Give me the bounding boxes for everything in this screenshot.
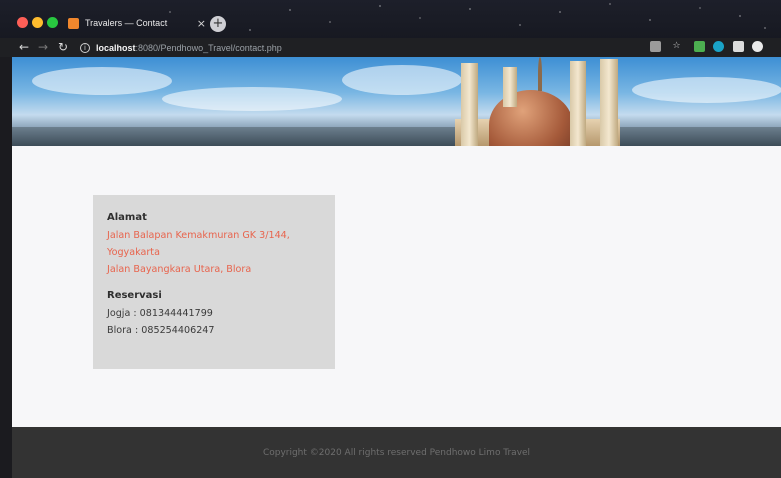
minimize-window-button[interactable] bbox=[32, 17, 43, 28]
extensions-puzzle-icon[interactable] bbox=[733, 41, 744, 52]
back-icon[interactable]: ← bbox=[19, 40, 29, 54]
hero-banner-image bbox=[12, 57, 781, 146]
bookmark-star-icon[interactable]: ☆ bbox=[671, 41, 682, 52]
webpage: Alamat Jalan Balapan Kemakmuran GK 3/144… bbox=[12, 57, 781, 478]
phone-line-blora: Blora : 085254406247 bbox=[107, 325, 215, 336]
info-icon[interactable]: i bbox=[80, 42, 90, 53]
extension-circle-icon[interactable] bbox=[713, 41, 724, 52]
minaret bbox=[600, 59, 618, 146]
url-host: localhost bbox=[96, 42, 136, 53]
close-window-button[interactable] bbox=[17, 17, 28, 28]
dome-spire bbox=[538, 57, 542, 91]
tab-title: Travalers — Contact bbox=[85, 18, 168, 28]
url-path: :8080/Pendhowo_Travel/contact.php bbox=[135, 42, 282, 53]
alamat-heading: Alamat bbox=[107, 212, 147, 223]
tab-close-icon[interactable]: × bbox=[197, 17, 206, 30]
site-footer: Copyright ©2020 All rights reserved Pend… bbox=[12, 427, 781, 478]
address-line: Yogyakarta bbox=[107, 247, 160, 258]
new-tab-button[interactable]: + bbox=[210, 16, 226, 32]
address-line: Jalan Bayangkara Utara, Blora bbox=[107, 264, 252, 275]
browser-toolbar: ← → ↻ i localhost :8080/Pendhowo_Travel/… bbox=[0, 38, 781, 57]
reload-icon[interactable]: ↻ bbox=[58, 40, 68, 54]
copyright-text: Copyright ©2020 All rights reserved Pend… bbox=[262, 447, 531, 458]
minaret bbox=[461, 63, 478, 146]
contact-card: Alamat Jalan Balapan Kemakmuran GK 3/144… bbox=[93, 195, 335, 369]
extension-download-icon[interactable] bbox=[694, 41, 705, 52]
favicon-icon bbox=[68, 17, 79, 29]
browser-chrome: Travalers — Contact × + ← → ↻ i localhos… bbox=[0, 0, 781, 57]
reservasi-heading: Reservasi bbox=[107, 290, 162, 301]
minaret bbox=[503, 67, 517, 107]
address-line: Jalan Balapan Kemakmuran GK 3/144, bbox=[107, 230, 290, 241]
browser-tab[interactable]: Travalers — Contact × bbox=[60, 11, 206, 35]
translate-icon[interactable] bbox=[650, 41, 661, 52]
maximize-window-button[interactable] bbox=[47, 17, 58, 28]
forward-icon[interactable]: → bbox=[38, 40, 48, 54]
mosque-dome bbox=[489, 90, 573, 146]
city-skyline bbox=[12, 127, 781, 146]
phone-line-jogja: Jogja : 081344441799 bbox=[107, 308, 213, 319]
minaret bbox=[570, 61, 586, 146]
profile-avatar-icon[interactable] bbox=[752, 41, 763, 52]
address-bar[interactable]: i localhost :8080/Pendhowo_Travel/contac… bbox=[80, 40, 640, 55]
